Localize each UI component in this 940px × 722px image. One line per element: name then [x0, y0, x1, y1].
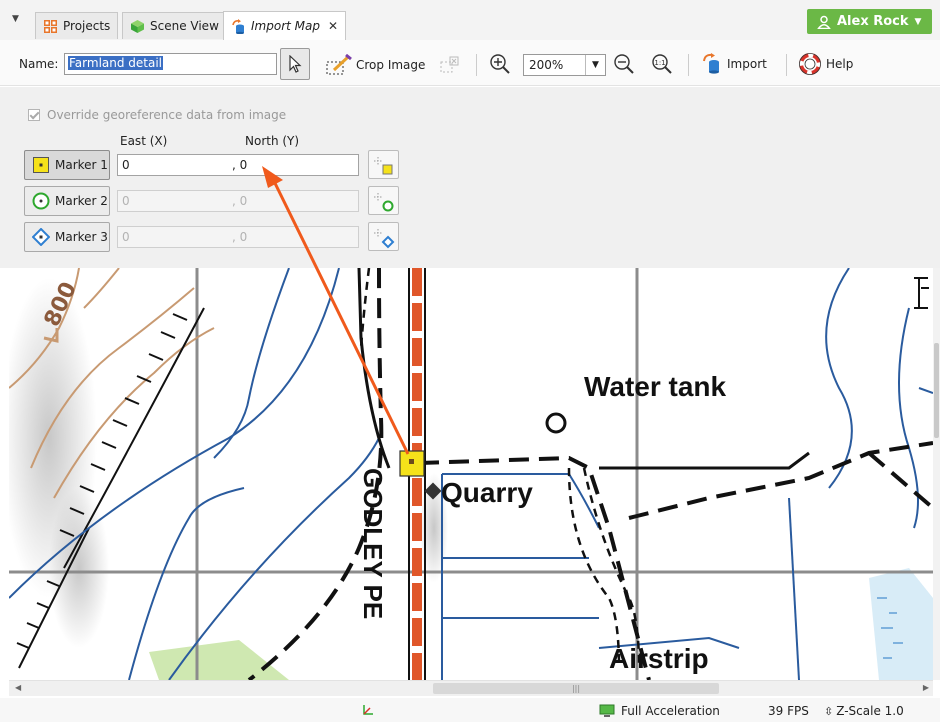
- vertical-scroll-thumb[interactable]: [934, 343, 939, 438]
- marker-2-label: Marker 2: [55, 194, 108, 208]
- marker-1-label: Marker 1: [55, 158, 108, 172]
- import-map-icon: [231, 18, 246, 34]
- z-scale-value: Z-Scale 1.0: [836, 704, 904, 718]
- pick-diamond-marker-icon: [374, 229, 395, 249]
- z-scale-button[interactable]: ⇳ Z-Scale 1.0: [824, 704, 904, 718]
- marker-3-pick-button[interactable]: [368, 222, 399, 251]
- marker-3-east-value: 0: [122, 230, 130, 244]
- vertical-scrollbar[interactable]: [933, 268, 940, 680]
- override-georeference-checkbox[interactable]: Override georeference data from image: [28, 108, 286, 122]
- tab-projects[interactable]: Projects: [35, 12, 119, 39]
- zoom-in-button[interactable]: [489, 53, 511, 75]
- zoom-level-select[interactable]: 200% ▼: [523, 54, 606, 76]
- scroll-left-icon[interactable]: ◀: [15, 683, 21, 692]
- tab-bar: ▼ Projects Scene View Import Map ✕ Alex …: [0, 0, 940, 40]
- name-field-value: Farmland detail: [68, 56, 164, 70]
- select-tool-button[interactable]: [280, 48, 310, 80]
- crop-icon: [326, 54, 352, 75]
- axes-icon: [362, 704, 374, 716]
- horizontal-scroll-thumb[interactable]: |||: [433, 683, 719, 694]
- acceleration-status: Full Acceleration: [599, 704, 720, 718]
- zoom-out-button[interactable]: [613, 53, 635, 75]
- import-label: Import: [727, 57, 767, 71]
- clear-crop-icon: [440, 56, 459, 73]
- fps-value: 39 FPS: [768, 704, 809, 718]
- tab-menu-button[interactable]: ▼: [12, 14, 30, 32]
- projects-icon: [43, 19, 58, 34]
- marker-1-coordinate-field[interactable]: 0 , 0: [117, 154, 359, 176]
- zoom-in-icon: [490, 54, 510, 74]
- water-tank-label: Water tank: [584, 371, 727, 402]
- circle-marker-icon: [32, 192, 50, 210]
- square-marker-icon: [32, 156, 50, 174]
- diamond-marker-icon: [31, 227, 51, 247]
- pick-square-marker-icon: [374, 157, 393, 175]
- marker-1-pick-button[interactable]: [368, 150, 399, 179]
- tab-scene-view-label: Scene View: [150, 19, 219, 33]
- crop-image-label: Crop Image: [356, 58, 426, 72]
- fps-status: 39 FPS: [768, 704, 809, 718]
- cursor-icon: [289, 55, 302, 73]
- zoom-level-value: 200%: [529, 58, 564, 72]
- pick-circle-marker-icon: [374, 193, 394, 212]
- status-bar: Full Acceleration 39 FPS ⇳ Z-Scale 1.0: [0, 698, 940, 722]
- zoom-actual-size-icon: 1:1: [652, 54, 672, 74]
- monitor-icon: [599, 704, 615, 717]
- marker-2-coordinate-field: 0 , 0: [117, 190, 359, 212]
- help-lifebuoy-icon: [799, 53, 821, 75]
- crop-image-button[interactable]: Crop Image: [326, 54, 425, 76]
- marker-2-north-value: , 0: [232, 194, 248, 208]
- zoom-actual-size-button[interactable]: 1:1: [651, 53, 673, 75]
- tab-projects-label: Projects: [63, 19, 111, 33]
- chevron-down-icon: ▼: [914, 16, 922, 27]
- import-icon: [703, 53, 719, 74]
- acceleration-label: Full Acceleration: [621, 704, 720, 718]
- horizontal-scrollbar[interactable]: ◀ ||| ▶: [9, 680, 933, 696]
- quarry-label: Quarry: [441, 477, 533, 508]
- help-label: Help: [826, 57, 854, 71]
- import-button[interactable]: Import: [702, 53, 767, 75]
- scene-view-icon: [130, 19, 145, 34]
- marker-2-button[interactable]: Marker 2: [24, 186, 110, 216]
- z-scale-icon: ⇳: [824, 704, 834, 718]
- svg-text:1:1: 1:1: [654, 59, 665, 67]
- tab-import-map-label: Import Map: [251, 19, 320, 33]
- marker-1-button[interactable]: Marker 1: [24, 150, 110, 180]
- checkbox-icon: [28, 109, 40, 121]
- marker-3-coordinate-field: 0 , 0: [117, 226, 359, 248]
- east-column-header: East (X): [120, 134, 168, 148]
- marker-2-pick-button[interactable]: [368, 186, 399, 215]
- marker-3-north-value: , 0: [232, 230, 248, 244]
- map-canvas[interactable]: 800 Water tank Quarry Airstrip GODLEY PE: [9, 268, 933, 680]
- user-menu-button[interactable]: Alex Rock ▼: [807, 9, 932, 34]
- scroll-right-icon[interactable]: ▶: [923, 683, 929, 692]
- marker-2-east-value: 0: [122, 194, 130, 208]
- airstrip-label: Airstrip: [609, 643, 709, 674]
- godley-road-label: GODLEY PE: [358, 468, 388, 619]
- marker-1-north-value: , 0: [232, 158, 248, 172]
- name-field[interactable]: Farmland detail: [64, 53, 277, 75]
- close-icon[interactable]: ✕: [328, 19, 338, 33]
- marker-3-button[interactable]: Marker 3: [24, 222, 110, 252]
- marker-3-label: Marker 3: [55, 230, 108, 244]
- tab-import-map[interactable]: Import Map ✕: [223, 11, 347, 40]
- override-georeference-label: Override georeference data from image: [47, 108, 287, 122]
- help-button[interactable]: Help: [799, 53, 853, 75]
- user-name: Alex Rock: [837, 14, 909, 29]
- marker-1-placed[interactable]: [399, 450, 425, 477]
- marker-1-east-value: 0: [122, 158, 130, 172]
- north-column-header: North (Y): [245, 134, 300, 148]
- name-label: Name:: [19, 57, 59, 71]
- zoom-out-icon: [614, 54, 634, 74]
- clear-crop-button: [440, 56, 460, 74]
- chevron-down-icon: ▼: [585, 55, 605, 75]
- tab-scene-view[interactable]: Scene View: [122, 12, 227, 39]
- user-icon: [817, 15, 831, 29]
